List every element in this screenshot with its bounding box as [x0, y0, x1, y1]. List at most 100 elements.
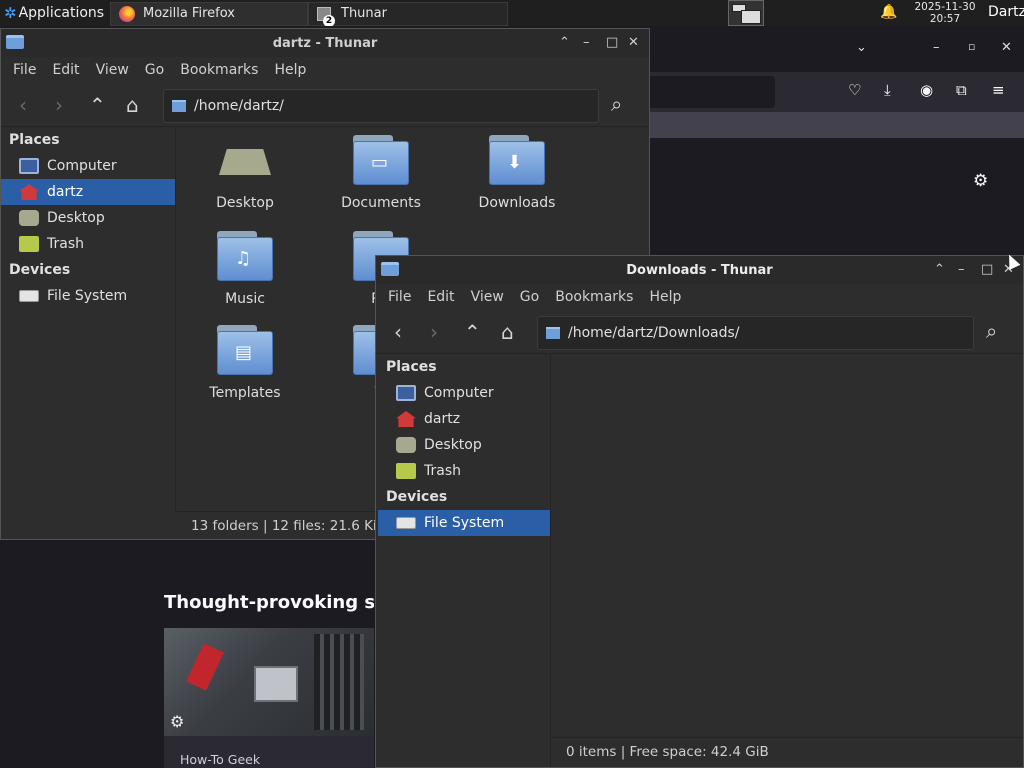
minimize-icon[interactable]: – — [933, 40, 940, 55]
window-title: Downloads - Thunar — [626, 262, 773, 278]
story-card[interactable]: ⚙ How-To Geek — [164, 628, 374, 768]
minimize-icon[interactable]: – — [958, 262, 965, 277]
extensions-icon[interactable]: ⧉ — [956, 81, 967, 99]
menu-bar: File Edit View Go Bookmarks Help — [376, 284, 1023, 310]
location-bar[interactable]: /home/dartz/Downloads/ — [537, 316, 974, 350]
taskbar-thunar-label: Thunar — [341, 6, 387, 21]
menu-view[interactable]: View — [463, 289, 512, 305]
sidebar-item-computer[interactable]: Computer — [1, 153, 175, 179]
toolbar: ‹ › ⌃ ⌂ /home/dartz/Downloads/ ⌕ — [376, 310, 1023, 354]
sidebar-item-dartz[interactable]: dartz — [378, 406, 550, 432]
sidebar-item-file-system[interactable]: File System — [1, 283, 175, 309]
file-label: Desktop — [216, 195, 274, 211]
downloads-folder-icon: ⬇ — [489, 135, 545, 185]
window-count-badge: 2 — [323, 14, 335, 27]
sidebar-item-file-system[interactable]: File System — [378, 510, 550, 536]
sidebar-item-desktop[interactable]: Desktop — [1, 205, 175, 231]
story-source: How-To Geek — [180, 752, 261, 767]
sidebar-item-dartz[interactable]: dartz — [1, 179, 175, 205]
menu-bar: File Edit View Go Bookmarks Help — [1, 57, 649, 83]
trash-icon — [396, 463, 416, 479]
file-view[interactable] — [552, 354, 1023, 737]
sidebar-item-desktop[interactable]: Desktop — [378, 432, 550, 458]
sidebar-item-label: Desktop — [47, 210, 105, 226]
minimize-icon[interactable]: – — [583, 35, 590, 50]
menu-go[interactable]: Go — [512, 289, 547, 305]
thunar-window-downloads: Downloads - Thunar ⌃ – □ ✕ File Edit Vie… — [375, 255, 1024, 768]
file-item-desktop[interactable]: Desktop — [185, 135, 305, 211]
icon-emblem: ⬇ — [507, 152, 523, 173]
title-bar[interactable]: dartz - Thunar ⌃ – □ ✕ — [1, 29, 649, 57]
user-menu[interactable]: Dartz — [988, 4, 1024, 20]
documents-folder-icon: ▭ — [353, 135, 409, 185]
maximize-icon[interactable]: □ — [606, 35, 618, 50]
taskbar-thunar-button[interactable]: 2 Thunar — [308, 1, 508, 27]
menu-help[interactable]: Help — [266, 62, 314, 78]
download-icon[interactable]: ⤓ — [884, 81, 891, 99]
file-item-music[interactable]: ♫ Music — [185, 231, 305, 307]
maximize-icon[interactable]: ▫ — [968, 40, 975, 53]
forward-arrow-icon[interactable]: › — [430, 320, 438, 344]
menu-go[interactable]: Go — [137, 62, 172, 78]
drive-icon — [19, 290, 39, 302]
menu-help[interactable]: Help — [641, 289, 689, 305]
menu-bookmarks[interactable]: Bookmarks — [547, 289, 641, 305]
folder-icon — [546, 327, 560, 339]
clock[interactable]: 2025-11-30 20:57 — [912, 1, 978, 25]
clock-time: 20:57 — [929, 13, 961, 25]
menu-bookmarks[interactable]: Bookmarks — [172, 62, 266, 78]
sidebar-item-trash[interactable]: Trash — [378, 458, 550, 484]
search-icon[interactable]: ⌕ — [611, 92, 622, 116]
workspace-switcher[interactable] — [728, 0, 764, 26]
settings-gear-icon[interactable]: ⚙ — [973, 171, 988, 191]
file-label: Downloads — [478, 195, 556, 211]
side-pane: Places Computer dartz Desktop Trash Devi… — [1, 127, 176, 513]
menu-file[interactable]: File — [5, 62, 44, 78]
sidebar-item-trash[interactable]: Trash — [1, 231, 175, 257]
status-bar: 0 items | Free space: 42.4 GiB — [552, 737, 1023, 765]
menu-edit[interactable]: Edit — [419, 289, 462, 305]
search-icon[interactable]: ⌕ — [986, 319, 997, 343]
desktop-icon — [19, 210, 39, 226]
drive-icon — [396, 517, 416, 529]
file-label: Templates — [209, 385, 281, 401]
file-item-templates[interactable]: ▤ Templates — [185, 325, 305, 401]
close-icon[interactable]: ✕ — [1001, 40, 1012, 55]
menu-view[interactable]: View — [88, 62, 137, 78]
shade-icon[interactable]: ⌃ — [934, 262, 945, 277]
taskbar-firefox-label: Mozilla Firefox — [143, 6, 235, 21]
maximize-icon[interactable]: □ — [981, 262, 993, 277]
sidebar-item-label: Trash — [424, 463, 461, 479]
close-icon[interactable]: ✕ — [628, 35, 639, 50]
forward-arrow-icon[interactable]: › — [55, 93, 63, 117]
cog-badge-icon: ⚙ — [170, 712, 185, 731]
places-heading: Places — [386, 359, 437, 375]
file-label: Documents — [341, 195, 421, 211]
file-item-documents[interactable]: ▭ Documents — [321, 135, 441, 211]
back-arrow-icon[interactable]: ‹ — [394, 320, 402, 344]
devices-heading: Devices — [9, 262, 71, 278]
notification-bell-icon[interactable]: 🔔 — [880, 4, 897, 20]
applications-label: Applications — [18, 5, 105, 21]
menu-file[interactable]: File — [380, 289, 419, 305]
menu-icon[interactable]: ≡ — [992, 81, 1005, 99]
home-icon[interactable]: ⌂ — [126, 93, 139, 117]
account-icon[interactable]: ◉ — [920, 81, 933, 99]
menu-edit[interactable]: Edit — [44, 62, 87, 78]
shade-icon[interactable]: ⌃ — [559, 35, 570, 50]
parent-folder-icon[interactable]: ⌃ — [89, 93, 106, 117]
home-icon[interactable]: ⌂ — [501, 320, 514, 344]
pocket-icon[interactable]: ♡ — [848, 81, 861, 99]
applications-menu[interactable]: ✲ Applications — [0, 0, 110, 26]
back-arrow-icon[interactable]: ‹ — [19, 93, 27, 117]
file-item-downloads[interactable]: ⬇ Downloads — [457, 135, 577, 211]
sidebar-item-computer[interactable]: Computer — [378, 380, 550, 406]
thunar-app-icon — [6, 35, 24, 49]
templates-folder-icon: ▤ — [217, 325, 273, 375]
list-tabs-chevron-icon[interactable]: ⌄ — [856, 40, 867, 55]
title-bar[interactable]: Downloads - Thunar ⌃ – □ ✕ — [376, 256, 1023, 284]
taskbar-firefox-button[interactable]: Mozilla Firefox — [110, 1, 308, 26]
location-bar[interactable]: /home/dartz/ — [163, 89, 599, 123]
home-folder-icon — [396, 411, 416, 427]
parent-folder-icon[interactable]: ⌃ — [464, 320, 481, 344]
